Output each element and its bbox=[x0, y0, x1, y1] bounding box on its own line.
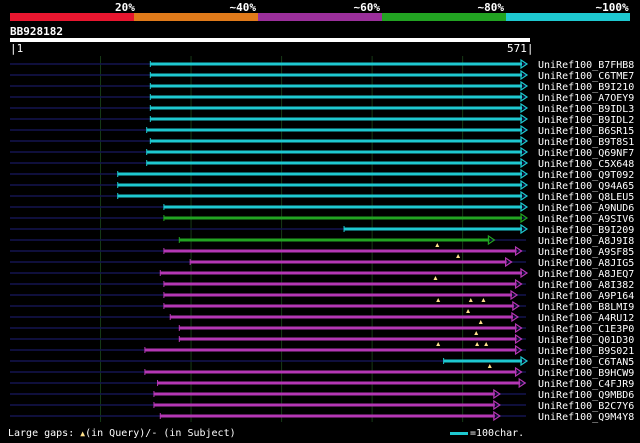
hit-label[interactable]: UniRef100_B9I210 bbox=[538, 82, 634, 93]
hit-label[interactable]: UniRef100_B8LMI9 bbox=[538, 302, 634, 313]
query-gap-icon bbox=[475, 342, 480, 346]
query-gap-icon bbox=[481, 298, 486, 302]
hit-label[interactable]: UniRef100_C6TAN5 bbox=[538, 357, 634, 368]
query-gap-icon bbox=[474, 331, 479, 335]
hit-label[interactable]: UniRef100_C4FJR9 bbox=[538, 379, 634, 390]
hit-label[interactable]: UniRef100_B9I209 bbox=[538, 225, 634, 236]
hit-label[interactable]: UniRef100_A9SF85 bbox=[538, 247, 634, 258]
hit-label[interactable]: UniRef100_C6TME7 bbox=[538, 71, 634, 82]
query-gap-icon bbox=[436, 298, 441, 302]
hit-alignment-panel: UniRef100_B7FHB8UniRef100_C6TME7UniRef10… bbox=[10, 56, 634, 423]
scale-legend-label: =100char. bbox=[470, 428, 525, 439]
query-gap-icon bbox=[435, 243, 440, 247]
query-gap-icon bbox=[436, 342, 441, 346]
hit-label[interactable]: UniRef100_C5X648 bbox=[538, 159, 634, 170]
scale-swatch-icon bbox=[450, 431, 468, 435]
hit-label[interactable]: UniRef100_B7FHB8 bbox=[538, 60, 634, 71]
large-gaps-explanation: (in Query)/- (in Subject) bbox=[85, 428, 236, 439]
query-gap-icon bbox=[478, 320, 483, 324]
hit-label[interactable]: UniRef100_B9IDL2 bbox=[538, 115, 634, 126]
query-gap-icon bbox=[466, 309, 471, 313]
hit-label[interactable]: UniRef100_B6SR15 bbox=[538, 126, 634, 137]
hit-label[interactable]: UniRef100_Q9T092 bbox=[538, 170, 634, 181]
hit-label[interactable]: UniRef100_B9S021 bbox=[538, 346, 634, 357]
hit-label[interactable]: UniRef100_B9IDL3 bbox=[538, 104, 634, 115]
large-gaps-legend: Large gaps: ▲(in Query)/- (in Subject) bbox=[8, 428, 236, 439]
hit-label[interactable]: UniRef100_Q8LEU5 bbox=[538, 192, 634, 203]
hit-label[interactable]: UniRef100_A8JEQ7 bbox=[538, 269, 634, 280]
query-gap-icon bbox=[456, 254, 461, 258]
query-gap-icon bbox=[487, 364, 492, 368]
hit-label[interactable]: UniRef100_A8I382 bbox=[538, 280, 634, 291]
hit-label[interactable]: UniRef100_B9HCW9 bbox=[538, 368, 634, 379]
large-gaps-label: Large gaps: bbox=[8, 428, 75, 439]
query-gap-icon bbox=[468, 298, 473, 302]
hit-label[interactable]: UniRef100_Q01D30 bbox=[538, 335, 634, 346]
hit-label[interactable]: UniRef100_A9NUD6 bbox=[538, 203, 634, 214]
scale-legend: =100char. bbox=[450, 428, 524, 439]
hit-label[interactable]: UniRef100_B2C7Y6 bbox=[538, 401, 634, 412]
hit-label[interactable]: UniRef100_A4RU12 bbox=[538, 313, 634, 324]
hit-label[interactable]: UniRef100_A7OEY9 bbox=[538, 93, 634, 104]
hit-label[interactable]: UniRef100_A8JIG5 bbox=[538, 258, 634, 269]
hit-label[interactable]: UniRef100_Q69NF7 bbox=[538, 148, 634, 159]
hit-label[interactable]: UniRef100_Q9MBD6 bbox=[538, 390, 634, 401]
query-gap-icon bbox=[484, 342, 489, 346]
hit-label[interactable]: UniRef100_Q94A65 bbox=[538, 181, 634, 192]
hit-label[interactable]: UniRef100_B9T8S1 bbox=[538, 137, 634, 148]
hit-label[interactable]: UniRef100_A9SIV6 bbox=[538, 214, 634, 225]
hit-label[interactable]: UniRef100_Q9M4Y8 bbox=[538, 412, 634, 423]
hit-label[interactable]: UniRef100_C1E3P0 bbox=[538, 324, 634, 335]
hit-label[interactable]: UniRef100_A9P164 bbox=[538, 291, 634, 302]
hit-label[interactable]: UniRef100_A8J9I8 bbox=[538, 236, 634, 247]
query-gap-icon bbox=[433, 276, 438, 280]
